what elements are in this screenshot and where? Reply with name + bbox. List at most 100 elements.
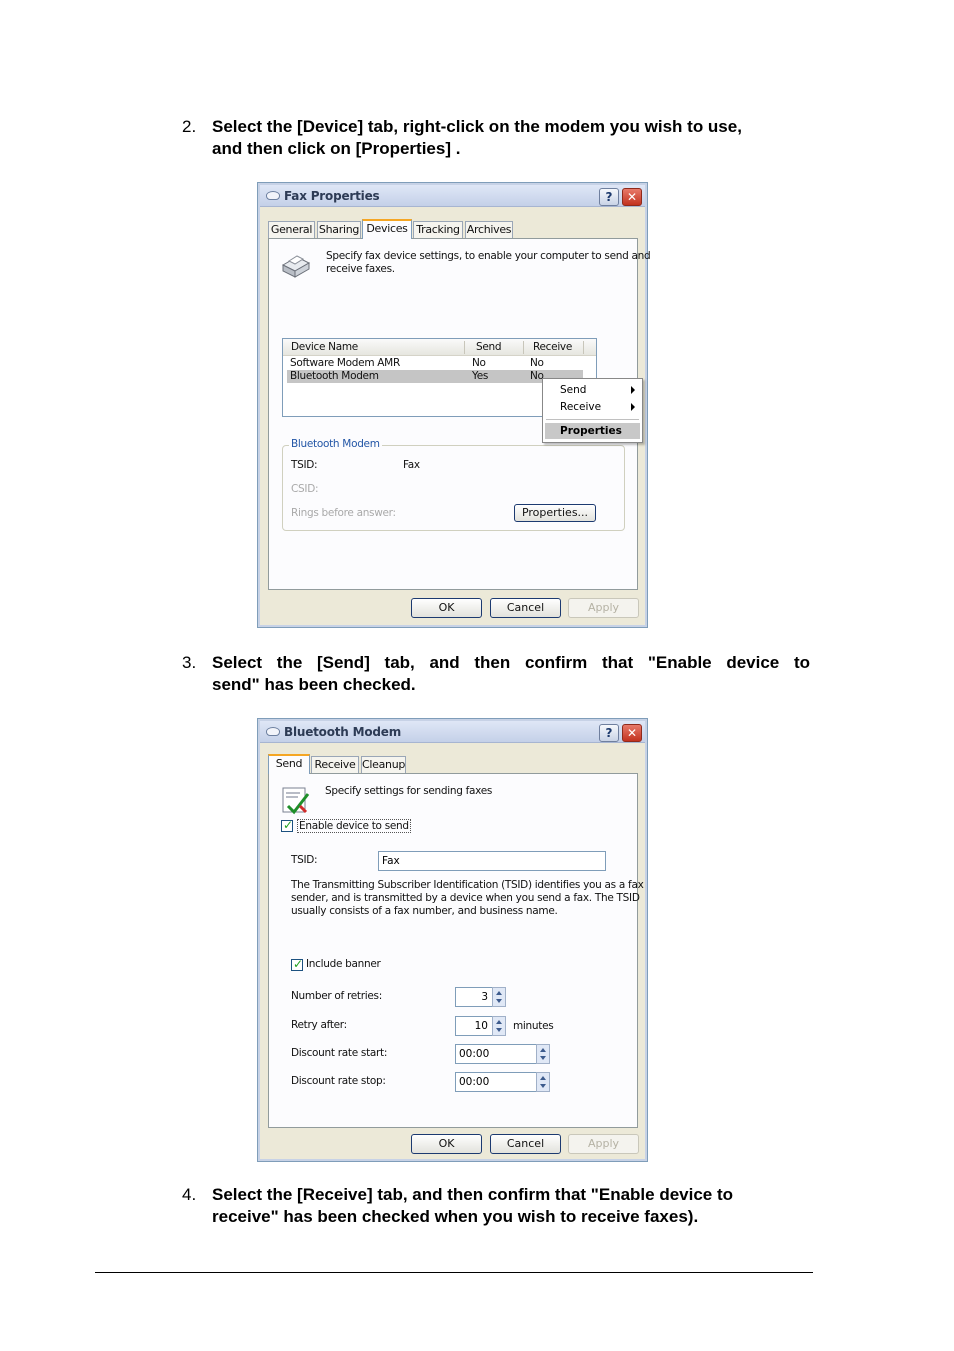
- tsid-label: TSID:: [291, 854, 318, 866]
- send-description: Specify settings for sending faxes: [325, 785, 493, 797]
- tab-tracking[interactable]: Tracking: [413, 221, 463, 238]
- rings-label: Rings before answer:: [291, 507, 396, 519]
- devices-description-line2: receive faxes.: [326, 263, 395, 275]
- tsid-label: TSID:: [291, 459, 318, 471]
- retries-stepper[interactable]: 3: [455, 987, 506, 1007]
- tsid-info-line3: usually consists of a fax number, and bu…: [291, 905, 558, 917]
- device-row-software-modem[interactable]: Software Modem AMR No No: [283, 357, 596, 370]
- column-divider: [523, 341, 524, 354]
- include-banner-label[interactable]: Include banner: [306, 958, 381, 970]
- fax-properties-dialog: Fax Properties ? ✕ General Sharing Devic…: [257, 182, 651, 628]
- close-button[interactable]: ✕: [622, 188, 642, 206]
- properties-button[interactable]: Properties...: [514, 504, 596, 522]
- discount-stop-spin-buttons[interactable]: [536, 1072, 550, 1092]
- apply-button[interactable]: Apply: [568, 598, 639, 618]
- device-send: Yes: [472, 370, 489, 382]
- menu-separator: [546, 419, 639, 420]
- step-2-text: Select the [Device] tab, right-click on …: [212, 116, 810, 160]
- dialog-title: Bluetooth Modem: [284, 725, 402, 739]
- tsid-info-line1: The Transmitting Subscriber Identificati…: [291, 879, 644, 891]
- menu-item-properties-label: Properties: [560, 425, 622, 437]
- step-3-text: Select the [Send] tab, and then confirm …: [212, 652, 810, 696]
- modem-icon: [266, 727, 280, 736]
- fax-machine-icon: [281, 255, 311, 278]
- devices-description-line1: Specify fax device settings, to enable y…: [326, 250, 651, 262]
- tab-send[interactable]: Send: [268, 754, 310, 774]
- ok-button[interactable]: OK: [411, 598, 482, 618]
- tsid-info-line2: sender, and is transmitted by a device w…: [291, 892, 640, 904]
- discount-stop-label: Discount rate stop:: [291, 1075, 386, 1087]
- tsid-value: Fax: [403, 459, 420, 471]
- retry-after-label: Retry after:: [291, 1019, 347, 1031]
- device-name: Bluetooth Modem: [290, 370, 379, 382]
- discount-start-input[interactable]: 00:00: [455, 1044, 550, 1064]
- tab-strip: General Sharing Devices Tracking Archive…: [268, 219, 568, 239]
- close-button[interactable]: ✕: [622, 724, 642, 742]
- ok-button[interactable]: OK: [411, 1134, 482, 1154]
- help-button[interactable]: ?: [599, 188, 619, 206]
- device-list-header: Device Name Send Receive: [283, 339, 596, 356]
- retry-after-stepper[interactable]: 10: [455, 1016, 506, 1036]
- context-menu: Send Receive Properties: [542, 378, 643, 443]
- step-2-line2: and then click on [Properties] .: [212, 139, 461, 158]
- device-group: Bluetooth Modem TSID: Fax CSID: Rings be…: [282, 438, 625, 531]
- retry-after-spin-buttons[interactable]: [492, 1016, 506, 1036]
- send-fax-icon: [282, 787, 310, 815]
- step-3-number: 3.: [182, 653, 197, 672]
- enable-send-label[interactable]: Enable device to send: [297, 819, 411, 833]
- tab-devices[interactable]: Devices: [362, 219, 412, 239]
- tab-receive[interactable]: Receive: [311, 756, 359, 773]
- menu-item-receive-label: Receive: [560, 401, 602, 413]
- menu-item-send-label: Send: [560, 384, 587, 396]
- column-receive[interactable]: Receive: [533, 341, 572, 353]
- column-send[interactable]: Send: [476, 341, 502, 353]
- enable-send-checkbox[interactable]: ✓: [281, 818, 293, 832]
- title-bar[interactable]: Bluetooth Modem ? ✕: [260, 721, 645, 743]
- device-send: No: [472, 357, 486, 369]
- step-4-line1: Select the [Receive] tab, and then confi…: [212, 1185, 734, 1204]
- retries-value: 3: [481, 991, 488, 1003]
- menu-item-properties[interactable]: Properties: [545, 423, 640, 439]
- step-4-line2: receive" has been checked when you wish …: [212, 1207, 699, 1226]
- device-group-title: Bluetooth Modem: [289, 438, 382, 450]
- submenu-arrow-icon: [631, 403, 635, 411]
- device-receive: No: [530, 357, 544, 369]
- menu-item-receive[interactable]: Receive: [545, 399, 640, 415]
- step-4-number: 4.: [182, 1185, 197, 1204]
- discount-stop-input[interactable]: 00:00: [455, 1072, 550, 1092]
- menu-item-send[interactable]: Send: [545, 382, 640, 398]
- fax-icon: [266, 191, 280, 200]
- footer-divider: [95, 1272, 813, 1273]
- step-4-text: Select the [Receive] tab, and then confi…: [212, 1184, 810, 1228]
- cancel-button[interactable]: Cancel: [490, 1134, 561, 1154]
- submenu-arrow-icon: [631, 386, 635, 394]
- tab-archives[interactable]: Archives: [465, 221, 513, 238]
- column-divider: [464, 341, 465, 354]
- tab-sharing[interactable]: Sharing: [317, 221, 361, 238]
- step-2-number: 2.: [182, 117, 197, 136]
- tab-general[interactable]: General: [268, 221, 315, 238]
- discount-stop-value: 00:00: [459, 1076, 490, 1088]
- help-button[interactable]: ?: [599, 724, 619, 742]
- cancel-button[interactable]: Cancel: [490, 598, 561, 618]
- include-banner-checkbox[interactable]: ✓: [291, 957, 303, 971]
- device-row-bluetooth-modem[interactable]: Bluetooth Modem Yes No: [287, 370, 583, 383]
- title-bar[interactable]: Fax Properties ? ✕: [260, 185, 645, 207]
- column-device-name[interactable]: Device Name: [291, 341, 358, 353]
- discount-start-label: Discount rate start:: [291, 1047, 388, 1059]
- column-divider: [583, 341, 584, 354]
- retry-after-value: 10: [474, 1020, 488, 1032]
- step-2-line1: Select the [Device] tab, right-click on …: [212, 117, 742, 136]
- retries-spin-buttons[interactable]: [492, 987, 506, 1007]
- bluetooth-modem-dialog: Bluetooth Modem ? ✕ Send Receive Cleanup…: [257, 718, 648, 1162]
- csid-label: CSID:: [291, 483, 319, 495]
- tab-cleanup[interactable]: Cleanup: [361, 756, 406, 773]
- apply-button[interactable]: Apply: [568, 1134, 639, 1154]
- device-name: Software Modem AMR: [290, 357, 400, 369]
- tab-strip: Send Receive Cleanup: [268, 754, 468, 774]
- discount-start-value: 00:00: [459, 1048, 490, 1060]
- send-tab-page: Specify settings for sending faxes ✓ Ena…: [268, 773, 644, 1128]
- discount-start-spin-buttons[interactable]: [536, 1044, 550, 1064]
- minutes-label: minutes: [513, 1020, 554, 1032]
- tsid-input[interactable]: Fax: [378, 851, 606, 871]
